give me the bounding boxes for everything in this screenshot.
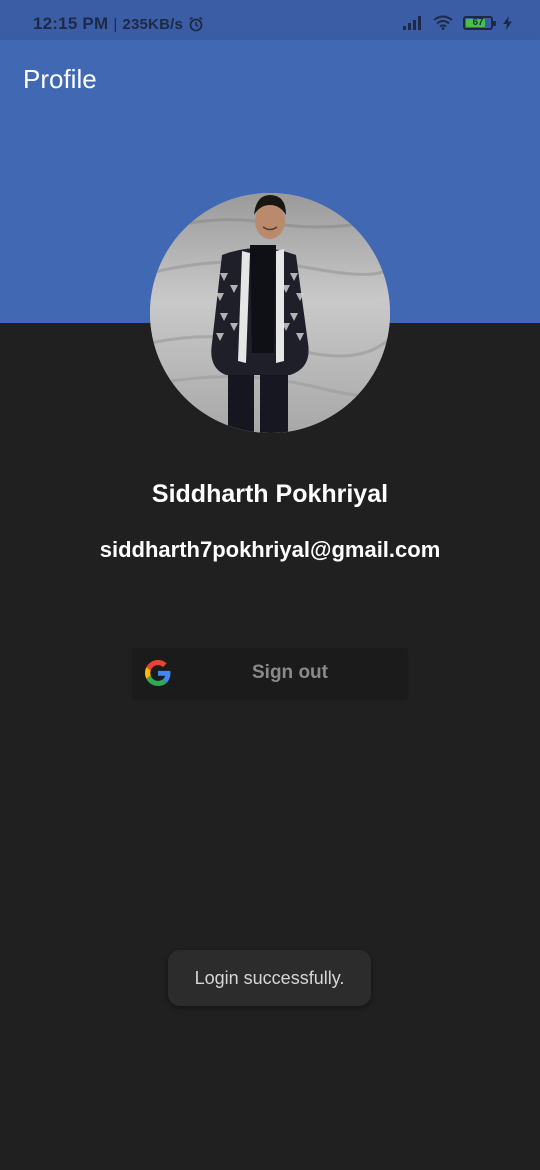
status-separator: | — [113, 15, 118, 33]
avatar — [150, 193, 390, 433]
user-email: siddharth7pokhriyal@gmail.com — [99, 537, 441, 562]
charging-icon — [503, 15, 512, 30]
network-speed: 235KB/s — [122, 15, 184, 33]
status-time: 12:15 PM — [33, 14, 109, 33]
signal-icon — [403, 15, 423, 30]
google-icon — [145, 660, 171, 686]
battery-level: 67 — [472, 16, 484, 28]
sign-out-label: Sign out — [252, 662, 328, 683]
page-title: Profile — [23, 64, 97, 94]
app-bar: Profile — [0, 40, 540, 117]
user-name: Siddharth Pokhriyal — [151, 480, 389, 508]
toast-message: Login successfully. — [194, 968, 345, 988]
toast: Login successfully. — [168, 950, 371, 1006]
profile-photo — [150, 193, 390, 433]
battery-icon: 67 — [463, 15, 496, 30]
alarm-icon — [188, 16, 204, 32]
status-bar: 12:15 PM | 235KB/s 67 — [0, 0, 540, 40]
wifi-icon — [433, 15, 453, 30]
sign-out-button[interactable]: Sign out — [133, 648, 407, 698]
battery-tip — [493, 20, 496, 26]
status-right: 67 — [403, 15, 512, 30]
status-left: 12:15 PM | 235KB/s — [33, 14, 204, 34]
